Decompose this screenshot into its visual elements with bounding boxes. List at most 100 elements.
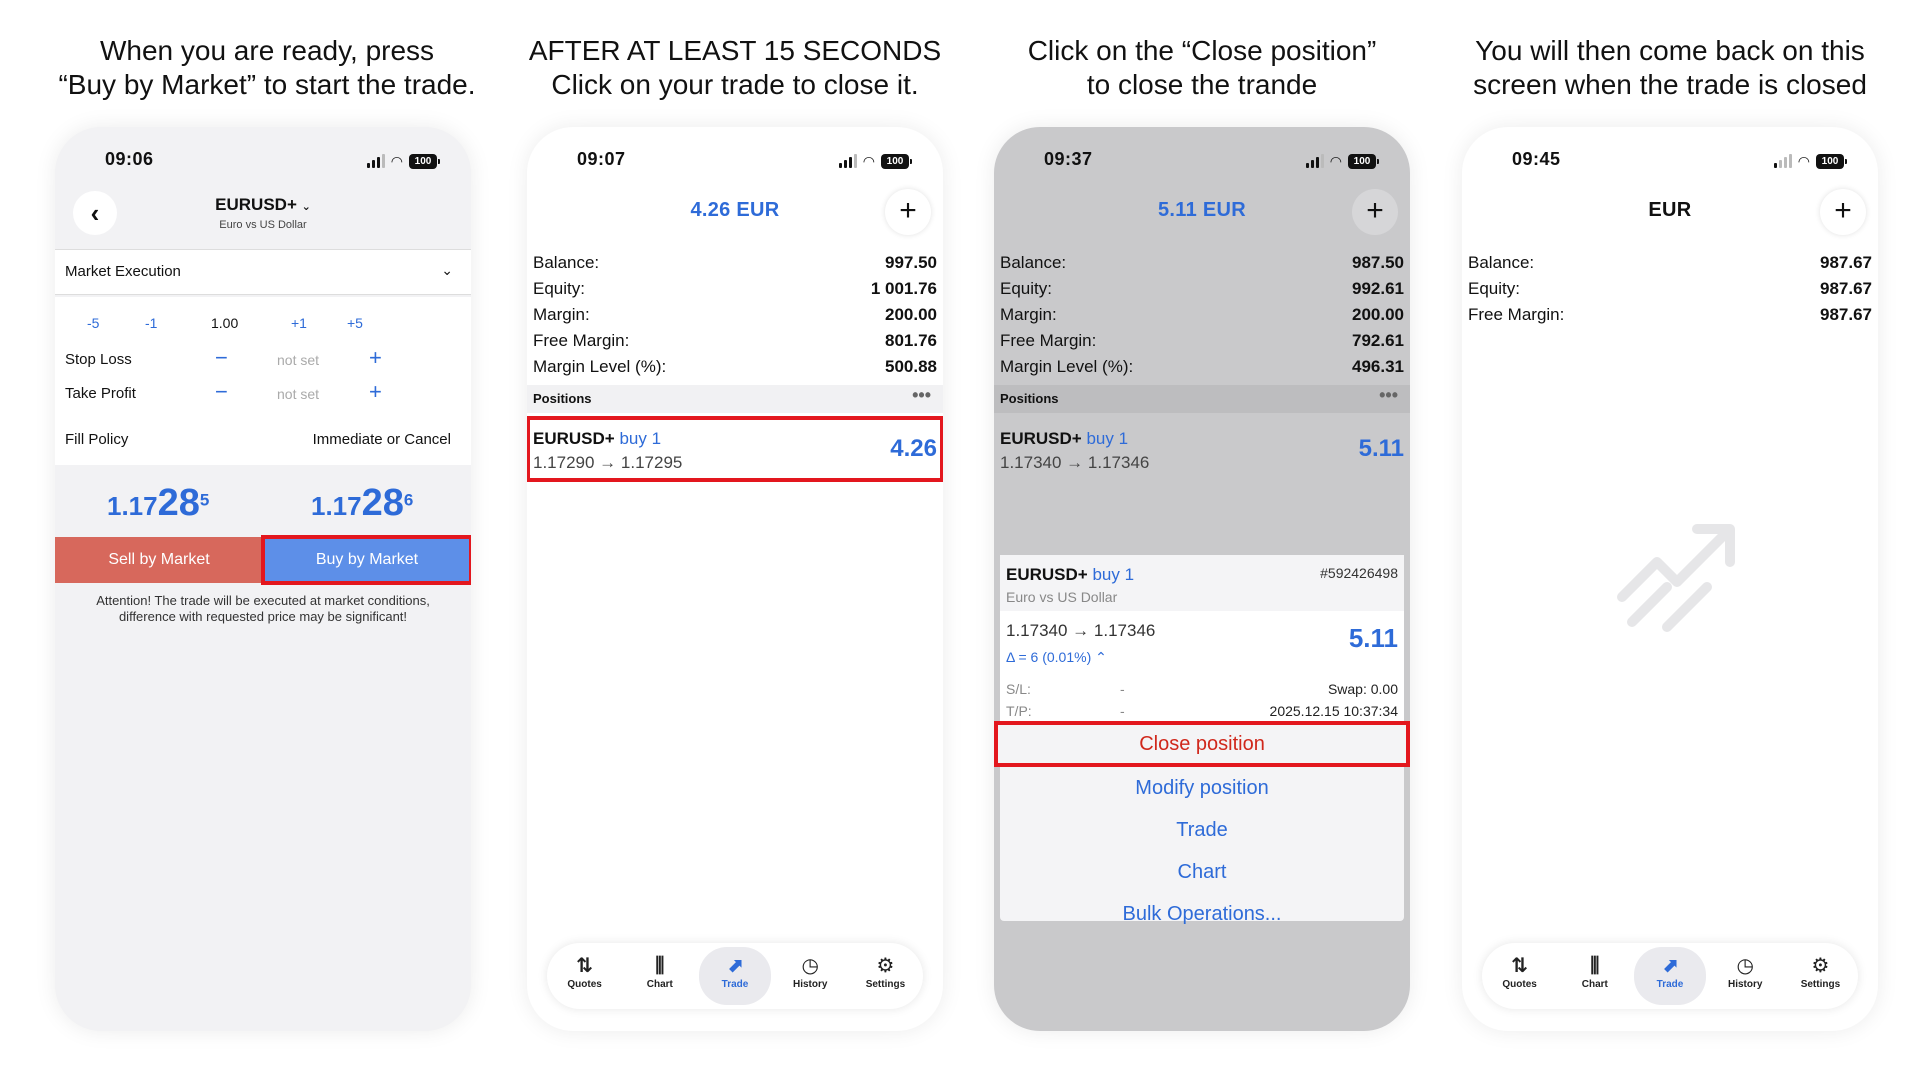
tab-quotes[interactable]: ⇅ Quotes [1482, 943, 1557, 1009]
profit-header: 4.26 EUR [690, 199, 780, 221]
tab-label: History [1727, 979, 1763, 990]
tab-settings[interactable]: ⚙ Settings [848, 943, 923, 1009]
chart-button[interactable]: Chart [1000, 851, 1404, 893]
quotes-icon: ⇅ [1511, 955, 1528, 977]
tab-label: Quotes [1502, 979, 1537, 990]
position-row[interactable]: EURUSD+ buy 1 1.17290 → 1.17295 4.26 [527, 416, 943, 482]
volume-value[interactable]: 1.00 [211, 315, 238, 331]
price-sup: 5 [199, 490, 210, 510]
candlestick-icon: ⫼ [1590, 955, 1600, 977]
new-order-button[interactable]: + [885, 189, 931, 235]
account-value: 500.88 [885, 357, 937, 376]
status-time: 09:07 [577, 149, 626, 169]
price-display: 1.17285 1.17 286 [55, 482, 471, 532]
more-icon[interactable]: ••• [912, 385, 931, 406]
ticket-number: #592426498 [1320, 565, 1398, 581]
account-key: Margin Level (%): [533, 357, 667, 376]
battery-icon: 100 [1816, 153, 1847, 169]
chevron-down-icon: ⌄ [441, 262, 453, 278]
account-key: Free Margin: [533, 331, 630, 350]
tab-trade[interactable]: ⬈ Trade [1632, 943, 1707, 1009]
stop-loss-plus-button[interactable]: + [369, 345, 382, 371]
position-pnl: 4.26 [890, 435, 937, 462]
account-value: 1 001.76 [870, 279, 937, 298]
position-prices: 1.17340 → 1.17346 [1000, 453, 1150, 472]
status-bar: 09:06 ◠ 100 [55, 149, 471, 179]
tab-label: History [792, 979, 828, 990]
volume-minus-5-button[interactable]: -5 [87, 315, 99, 331]
symbol-selector[interactable]: EURUSD+ ⌄ [55, 195, 471, 215]
position-symbol: EURUSD+ buy 1 [1000, 429, 1128, 449]
step-4-column: You will then come back on this screen w… [1450, 0, 1890, 1080]
tab-history[interactable]: ◷ History [1708, 943, 1783, 1009]
tab-chart[interactable]: ⫼ Chart [1557, 943, 1632, 1009]
open-time: 2025.12.15 10:37:34 [1269, 703, 1398, 719]
tab-quotes[interactable]: ⇅ Quotes [547, 943, 622, 1009]
signal-icon [1773, 154, 1792, 168]
position-pnl: 5.11 [1358, 435, 1404, 462]
account-value: 200.00 [1352, 305, 1404, 324]
sell-price: 1.17285 [107, 482, 209, 525]
more-icon[interactable]: ••• [1379, 385, 1398, 406]
volume-plus-1-button[interactable]: +1 [291, 315, 307, 331]
account-value: 801.76 [885, 331, 937, 350]
account-value: 987.67 [1820, 253, 1872, 272]
sell-by-market-button[interactable]: Sell by Market [55, 537, 263, 583]
empty-trade-icon [1617, 524, 1735, 632]
step-2-caption: AFTER AT LEAST 15 SECONDS Click on your … [515, 34, 955, 102]
wifi-icon: ◠ [390, 152, 403, 169]
positions-label: Positions [533, 391, 592, 406]
status-bar: 09:37 ◠ 100 [994, 149, 1410, 179]
price-base: 1.17 [107, 491, 158, 521]
account-value: 997.50 [885, 253, 937, 272]
phone-trade-closed-screen: 09:45 ◠ 100 EUR + Balance: 987.67 Equity:… [1462, 127, 1878, 1031]
account-key: Margin Level (%): [1000, 357, 1134, 376]
account-key: Margin: [1000, 305, 1057, 324]
volume-minus-1-button[interactable]: -1 [145, 315, 157, 331]
caption-line: When you are ready, press [99, 35, 435, 66]
new-order-button[interactable]: + [1352, 189, 1398, 235]
signal-icon [366, 154, 385, 168]
stop-loss-input[interactable]: not set [277, 352, 319, 368]
currency-header: EUR [1648, 199, 1692, 221]
execution-type-label: Market Execution [65, 263, 181, 280]
status-time: 09:45 [1512, 149, 1561, 169]
symbol-text: EURUSD+ [1006, 565, 1088, 584]
take-profit-minus-button[interactable]: − [215, 379, 228, 405]
phone-trade-screen: 09:07 ◠ 100 4.26 EUR + Balance: 997.50 Eq… [527, 127, 943, 1031]
positions-header: Positions ••• [527, 385, 943, 413]
tp-label: T/P: [1006, 703, 1032, 719]
phone-position-menu-screen: 09:37 ◠ 100 5.11 EUR + Balance: 987.50 Eq… [994, 127, 1410, 1031]
stop-loss-minus-button[interactable]: − [215, 345, 228, 371]
price-delta[interactable]: Δ = 6 (0.01%) ⌃ [1006, 649, 1107, 666]
modify-position-button[interactable]: Modify position [1000, 767, 1404, 809]
fill-policy-select[interactable]: Immediate or Cancel [313, 431, 451, 448]
tab-history[interactable]: ◷ History [773, 943, 848, 1009]
direction-text: buy 1 [619, 429, 662, 448]
buy-by-market-button[interactable]: Buy by Market [261, 535, 471, 585]
signal-icon [838, 154, 857, 168]
position-row[interactable]: EURUSD+ buy 1 1.17340 → 1.17346 5.11 [994, 417, 1410, 481]
account-value: 992.61 [1352, 279, 1404, 298]
take-profit-plus-button[interactable]: + [369, 379, 382, 405]
tab-label: Chart [1581, 979, 1608, 990]
tab-label: Trade [721, 979, 749, 990]
volume-plus-5-button[interactable]: +5 [347, 315, 363, 331]
execution-type-select[interactable]: Market Execution ⌄ [55, 249, 471, 295]
new-order-button[interactable]: + [1820, 189, 1866, 235]
price-sup: 6 [403, 490, 414, 510]
price-big: 28 [361, 482, 404, 524]
tab-bar: ⇅ Quotes ⫼ Chart ⬈ Trade ◷ History ⚙ Settings [1482, 943, 1858, 1009]
gear-icon: ⚙ [876, 955, 895, 977]
trade-button[interactable]: Trade [1000, 809, 1404, 851]
take-profit-input[interactable]: not set [277, 386, 319, 402]
tab-settings[interactable]: ⚙ Settings [1783, 943, 1858, 1009]
close-position-button[interactable]: Close position [994, 721, 1410, 767]
bulk-operations-button[interactable]: Bulk Operations... [1000, 893, 1404, 935]
tab-trade[interactable]: ⬈ Trade [697, 943, 772, 1009]
tab-chart[interactable]: ⫼ Chart [622, 943, 697, 1009]
positions-label: Positions [1000, 391, 1059, 406]
account-key: Balance: [1000, 253, 1067, 272]
sheet-details: 1.17340 → 1.17346 5.11 Δ = 6 (0.01%) ⌃ S… [1000, 611, 1404, 729]
symbol-text: EURUSD+ [1000, 429, 1082, 448]
